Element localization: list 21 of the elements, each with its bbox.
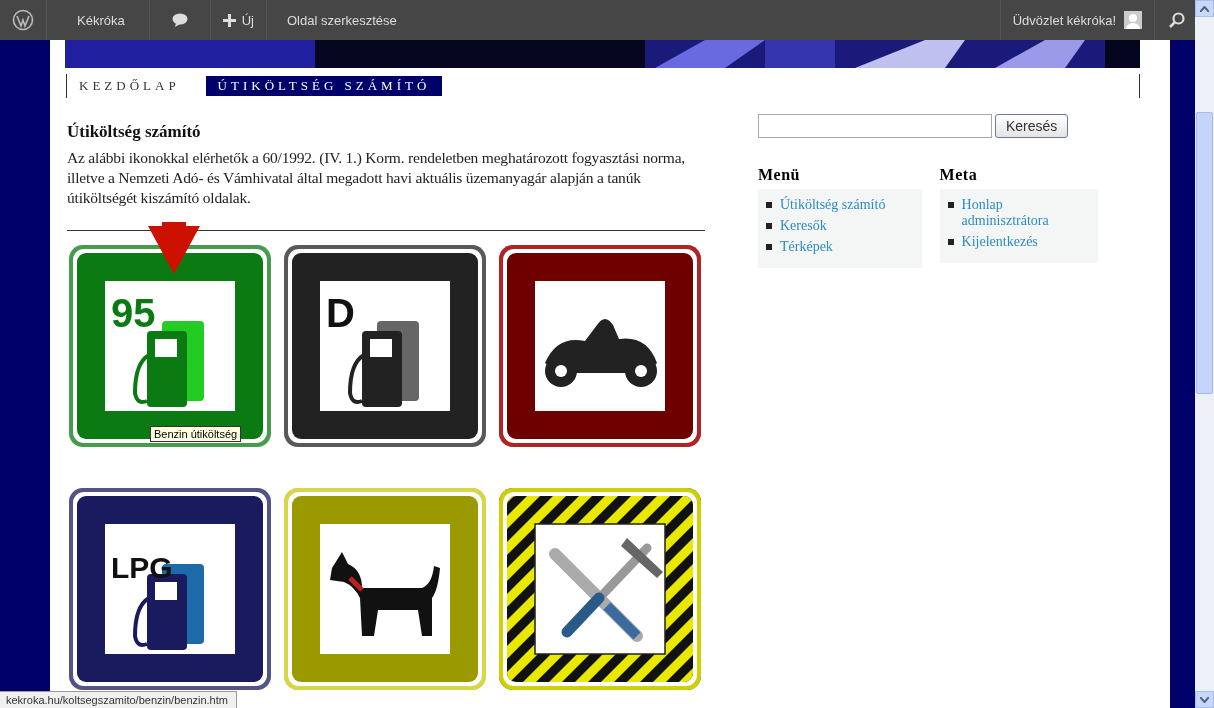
sidebar-link[interactable]: Útiköltség számító: [780, 197, 886, 213]
search-button[interactable]: Keresés: [995, 114, 1069, 138]
sign-label: LPG: [111, 551, 173, 584]
nav-tab[interactable]: KEZDŐLAP: [67, 76, 192, 96]
greeting-link[interactable]: Üdvözlet kékróka!: [1012, 12, 1116, 28]
article-title: Útiköltség számító: [67, 122, 201, 142]
widget-title: Menü: [758, 166, 800, 184]
sign-label: D: [326, 291, 355, 335]
edit-page-link[interactable]: Oldal szerkesztése: [287, 12, 397, 28]
sidebar-link[interactable]: Térképek: [780, 239, 833, 255]
sidebar-link[interactable]: Kijelentkezés: [961, 234, 1038, 250]
sidebar-link[interactable]: Keresők: [780, 218, 827, 234]
widget-title: Meta: [939, 166, 978, 184]
new-link[interactable]: Új: [241, 12, 254, 28]
article-paragraph: Az alábbi ikonokkal elérhetők a 60/1992. (IV. 1.) Korm. rendeletben meghatározott fogyasztási norma, illetve a Nemzeti Adó- és Vámhivatal által megadott havi aktuális üzemanyagár alapján a tanúk útiköltségét kiszámító oldalak.: [67, 148, 687, 208]
site-name-link[interactable]: Kékróka: [77, 12, 125, 28]
nav-tab[interactable]: ÚTIKÖLTSÉG SZÁMÍTÓ: [205, 76, 443, 96]
sidebar-link[interactable]: Honlap adminisztrátora: [961, 197, 1090, 229]
sign-label: 95: [111, 291, 156, 335]
status-bar-url: kekroka.hu/koltsegszamito/benzin/benzin.htm: [0, 691, 237, 708]
tooltip: Benzin útiköltség: [150, 426, 242, 442]
